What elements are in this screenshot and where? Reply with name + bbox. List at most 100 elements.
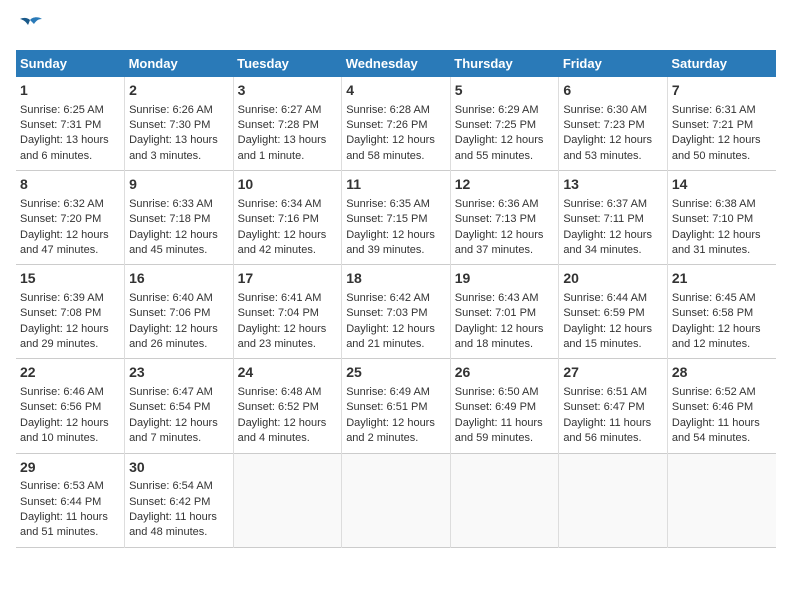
sunset-label: Sunset: 6:56 PM	[20, 401, 101, 413]
sunrise-label: Sunrise: 6:37 AM	[563, 198, 647, 210]
sunrise-label: Sunrise: 6:30 AM	[563, 104, 647, 116]
day-number: 7	[672, 81, 772, 101]
sunset-label: Sunset: 6:58 PM	[672, 307, 753, 319]
sunrise-label: Sunrise: 6:47 AM	[129, 386, 213, 398]
daylight-label: Daylight: 12 hours and 34 minutes.	[563, 229, 652, 256]
table-row: 22 Sunrise: 6:46 AM Sunset: 6:56 PM Dayl…	[16, 359, 125, 453]
table-row: 23 Sunrise: 6:47 AM Sunset: 6:54 PM Dayl…	[125, 359, 234, 453]
daylight-label: Daylight: 12 hours and 50 minutes.	[672, 134, 761, 161]
day-number: 30	[129, 458, 229, 478]
sunrise-label: Sunrise: 6:40 AM	[129, 292, 213, 304]
daylight-label: Daylight: 13 hours and 6 minutes.	[20, 134, 109, 161]
sunrise-label: Sunrise: 6:48 AM	[238, 386, 322, 398]
table-row	[233, 453, 342, 547]
daylight-label: Daylight: 11 hours and 48 minutes.	[129, 511, 217, 538]
day-number: 12	[455, 175, 555, 195]
table-row: 19 Sunrise: 6:43 AM Sunset: 7:01 PM Dayl…	[450, 265, 559, 359]
sunset-label: Sunset: 7:04 PM	[238, 307, 319, 319]
table-row	[450, 453, 559, 547]
daylight-label: Daylight: 12 hours and 12 minutes.	[672, 323, 761, 350]
sunset-label: Sunset: 7:01 PM	[455, 307, 536, 319]
header	[16, 16, 776, 38]
sunrise-label: Sunrise: 6:51 AM	[563, 386, 647, 398]
sunset-label: Sunset: 6:49 PM	[455, 401, 536, 413]
daylight-label: Daylight: 12 hours and 39 minutes.	[346, 229, 435, 256]
sunset-label: Sunset: 7:21 PM	[672, 119, 753, 131]
sunset-label: Sunset: 6:51 PM	[346, 401, 427, 413]
sunset-label: Sunset: 6:54 PM	[129, 401, 210, 413]
sunset-label: Sunset: 6:59 PM	[563, 307, 644, 319]
daylight-label: Daylight: 12 hours and 37 minutes.	[455, 229, 544, 256]
day-number: 11	[346, 175, 446, 195]
sunset-label: Sunset: 6:46 PM	[672, 401, 753, 413]
header-wednesday: Wednesday	[342, 50, 451, 77]
day-number: 3	[238, 81, 338, 101]
sunrise-label: Sunrise: 6:25 AM	[20, 104, 104, 116]
daylight-label: Daylight: 12 hours and 4 minutes.	[238, 417, 327, 444]
table-row: 12 Sunrise: 6:36 AM Sunset: 7:13 PM Dayl…	[450, 171, 559, 265]
daylight-label: Daylight: 12 hours and 23 minutes.	[238, 323, 327, 350]
day-number: 23	[129, 363, 229, 383]
table-row: 29 Sunrise: 6:53 AM Sunset: 6:44 PM Dayl…	[16, 453, 125, 547]
calendar-header: Sunday Monday Tuesday Wednesday Thursday…	[16, 50, 776, 77]
sunset-label: Sunset: 7:10 PM	[672, 213, 753, 225]
table-row: 15 Sunrise: 6:39 AM Sunset: 7:08 PM Dayl…	[16, 265, 125, 359]
day-number: 29	[20, 458, 120, 478]
table-row: 7 Sunrise: 6:31 AM Sunset: 7:21 PM Dayli…	[667, 77, 776, 171]
sunrise-label: Sunrise: 6:38 AM	[672, 198, 756, 210]
day-number: 18	[346, 269, 446, 289]
day-number: 16	[129, 269, 229, 289]
sunrise-label: Sunrise: 6:36 AM	[455, 198, 539, 210]
sunrise-label: Sunrise: 6:43 AM	[455, 292, 539, 304]
day-number: 6	[563, 81, 663, 101]
sunrise-label: Sunrise: 6:34 AM	[238, 198, 322, 210]
day-number: 28	[672, 363, 772, 383]
sunrise-label: Sunrise: 6:29 AM	[455, 104, 539, 116]
sunrise-label: Sunrise: 6:44 AM	[563, 292, 647, 304]
daylight-label: Daylight: 12 hours and 31 minutes.	[672, 229, 761, 256]
table-row: 11 Sunrise: 6:35 AM Sunset: 7:15 PM Dayl…	[342, 171, 451, 265]
header-monday: Monday	[125, 50, 234, 77]
table-row: 14 Sunrise: 6:38 AM Sunset: 7:10 PM Dayl…	[667, 171, 776, 265]
table-row: 21 Sunrise: 6:45 AM Sunset: 6:58 PM Dayl…	[667, 265, 776, 359]
day-number: 4	[346, 81, 446, 101]
sunset-label: Sunset: 7:23 PM	[563, 119, 644, 131]
sunrise-label: Sunrise: 6:26 AM	[129, 104, 213, 116]
day-number: 24	[238, 363, 338, 383]
daylight-label: Daylight: 11 hours and 59 minutes.	[455, 417, 543, 444]
sunset-label: Sunset: 7:26 PM	[346, 119, 427, 131]
daylight-label: Daylight: 11 hours and 56 minutes.	[563, 417, 651, 444]
day-number: 15	[20, 269, 120, 289]
daylight-label: Daylight: 12 hours and 2 minutes.	[346, 417, 435, 444]
table-row: 8 Sunrise: 6:32 AM Sunset: 7:20 PM Dayli…	[16, 171, 125, 265]
daylight-label: Daylight: 11 hours and 54 minutes.	[672, 417, 760, 444]
daylight-label: Daylight: 12 hours and 55 minutes.	[455, 134, 544, 161]
calendar-table: Sunday Monday Tuesday Wednesday Thursday…	[16, 50, 776, 548]
table-row: 2 Sunrise: 6:26 AM Sunset: 7:30 PM Dayli…	[125, 77, 234, 171]
sunset-label: Sunset: 7:06 PM	[129, 307, 210, 319]
day-number: 13	[563, 175, 663, 195]
sunrise-label: Sunrise: 6:53 AM	[20, 480, 104, 492]
header-sunday: Sunday	[16, 50, 125, 77]
daylight-label: Daylight: 12 hours and 47 minutes.	[20, 229, 109, 256]
day-number: 9	[129, 175, 229, 195]
daylight-label: Daylight: 12 hours and 18 minutes.	[455, 323, 544, 350]
sunrise-label: Sunrise: 6:54 AM	[129, 480, 213, 492]
daylight-label: Daylight: 12 hours and 10 minutes.	[20, 417, 109, 444]
daylight-label: Daylight: 12 hours and 53 minutes.	[563, 134, 652, 161]
sunrise-label: Sunrise: 6:32 AM	[20, 198, 104, 210]
day-number: 21	[672, 269, 772, 289]
day-number: 5	[455, 81, 555, 101]
sunset-label: Sunset: 7:15 PM	[346, 213, 427, 225]
sunrise-label: Sunrise: 6:33 AM	[129, 198, 213, 210]
daylight-label: Daylight: 12 hours and 29 minutes.	[20, 323, 109, 350]
table-row: 6 Sunrise: 6:30 AM Sunset: 7:23 PM Dayli…	[559, 77, 668, 171]
sunrise-label: Sunrise: 6:31 AM	[672, 104, 756, 116]
sunrise-label: Sunrise: 6:49 AM	[346, 386, 430, 398]
daylight-label: Daylight: 13 hours and 3 minutes.	[129, 134, 218, 161]
day-number: 26	[455, 363, 555, 383]
sunset-label: Sunset: 7:16 PM	[238, 213, 319, 225]
table-row: 4 Sunrise: 6:28 AM Sunset: 7:26 PM Dayli…	[342, 77, 451, 171]
daylight-label: Daylight: 12 hours and 42 minutes.	[238, 229, 327, 256]
table-row: 17 Sunrise: 6:41 AM Sunset: 7:04 PM Dayl…	[233, 265, 342, 359]
